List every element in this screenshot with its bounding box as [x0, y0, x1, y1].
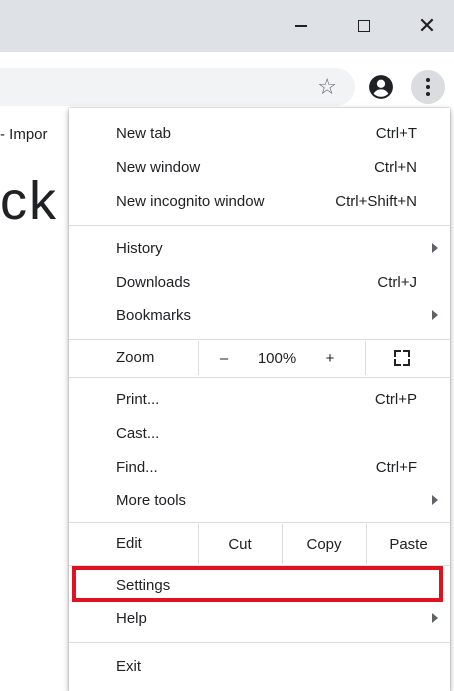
window-title-bar: ✕: [0, 0, 454, 52]
bookmark-bar-item[interactable]: - Impor: [0, 126, 48, 143]
menu-item-shortcut: Ctrl+T: [375, 124, 417, 142]
menu-item-help[interactable]: Help: [69, 601, 450, 635]
menu-item-label: Cast...: [116, 424, 160, 442]
menu-item-find[interactable]: Find... Ctrl+F: [69, 450, 450, 484]
menu-item-label: Bookmarks: [116, 306, 192, 324]
menu-item-bookmarks[interactable]: Bookmarks: [69, 298, 450, 332]
zoom-minus-glyph: –: [219, 349, 229, 367]
zoom-row: Zoom – 100% +: [69, 341, 450, 375]
menu-separator: [69, 522, 450, 523]
menu-item-label: Print...: [116, 390, 160, 408]
menu-item-shortcut: Ctrl+P: [374, 390, 417, 408]
paste-button[interactable]: Paste: [367, 524, 450, 564]
menu-item-label: More tools: [116, 491, 187, 509]
menu-item-label: Help: [116, 609, 147, 627]
maximize-icon: [358, 20, 370, 32]
address-bar[interactable]: ☆: [0, 68, 355, 106]
menu-item-cast[interactable]: Cast...: [69, 416, 450, 450]
zoom-divider: [198, 341, 199, 375]
menu-separator: [69, 339, 450, 340]
menu-item-history[interactable]: History: [69, 231, 450, 265]
menu-item-label: Downloads: [116, 273, 191, 291]
settings-highlight-box: [72, 566, 443, 602]
zoom-level-value: 100%: [247, 341, 307, 375]
menu-item-shortcut: Ctrl+J: [377, 273, 417, 291]
cut-label: Cut: [228, 535, 252, 553]
maximize-button[interactable]: [334, 0, 394, 52]
fullscreen-icon[interactable]: [394, 350, 410, 366]
zoom-out-button[interactable]: –: [209, 341, 239, 375]
paste-label: Paste: [389, 535, 428, 553]
menu-separator: [69, 377, 450, 378]
menu-item-new-tab[interactable]: New tab Ctrl+T: [69, 116, 450, 150]
menu-item-new-incognito-window[interactable]: New incognito window Ctrl+Shift+N: [69, 184, 450, 218]
menu-item-new-window[interactable]: New window Ctrl+N: [69, 150, 450, 184]
customize-menu-button[interactable]: [411, 70, 445, 104]
zoom-plus-glyph: +: [325, 349, 335, 367]
submenu-arrow-icon: [432, 310, 438, 320]
edit-row: Edit Cut Copy Paste: [69, 524, 450, 564]
zoom-label: Zoom: [116, 349, 155, 366]
dot-icon: [426, 78, 430, 82]
dot-icon: [426, 85, 430, 89]
menu-separator: [69, 225, 450, 226]
menu-item-print[interactable]: Print... Ctrl+P: [69, 382, 450, 416]
close-icon: ✕: [417, 13, 437, 38]
minimize-button[interactable]: [271, 0, 331, 52]
menu-item-shortcut: Ctrl+F: [375, 458, 417, 476]
close-button[interactable]: ✕: [397, 0, 454, 52]
menu-item-downloads[interactable]: Downloads Ctrl+J: [69, 265, 450, 299]
zoom-in-button[interactable]: +: [315, 341, 345, 375]
submenu-arrow-icon: [432, 495, 438, 505]
menu-item-label: History: [116, 239, 163, 257]
dot-icon: [426, 92, 430, 96]
minimize-icon: [295, 25, 307, 27]
menu-item-label: Exit: [116, 657, 142, 675]
menu-item-more-tools[interactable]: More tools: [69, 483, 450, 517]
copy-label: Copy: [306, 535, 342, 553]
cut-button[interactable]: Cut: [199, 524, 281, 564]
bookmark-star-icon[interactable]: ☆: [317, 74, 337, 100]
zoom-percent-text: 100%: [257, 349, 297, 367]
menu-item-label: Find...: [116, 458, 158, 476]
chrome-main-menu: New tab Ctrl+T New window Ctrl+N New inc…: [69, 108, 450, 691]
edit-label: Edit: [116, 535, 142, 552]
menu-separator: [69, 642, 450, 643]
menu-item-label: New tab: [116, 124, 172, 142]
page-heading-fragment: ck: [0, 171, 58, 231]
menu-item-shortcut: Ctrl+N: [374, 158, 417, 176]
submenu-arrow-icon: [432, 613, 438, 623]
submenu-arrow-icon: [432, 243, 438, 253]
menu-item-label: New window: [116, 158, 201, 176]
zoom-divider: [365, 341, 366, 375]
profile-button[interactable]: [364, 70, 398, 104]
menu-item-shortcut: Ctrl+Shift+N: [335, 192, 417, 210]
account-circle-icon: [369, 75, 393, 99]
menu-item-label: New incognito window: [116, 192, 265, 210]
copy-button[interactable]: Copy: [283, 524, 365, 564]
menu-item-exit[interactable]: Exit: [69, 649, 450, 683]
